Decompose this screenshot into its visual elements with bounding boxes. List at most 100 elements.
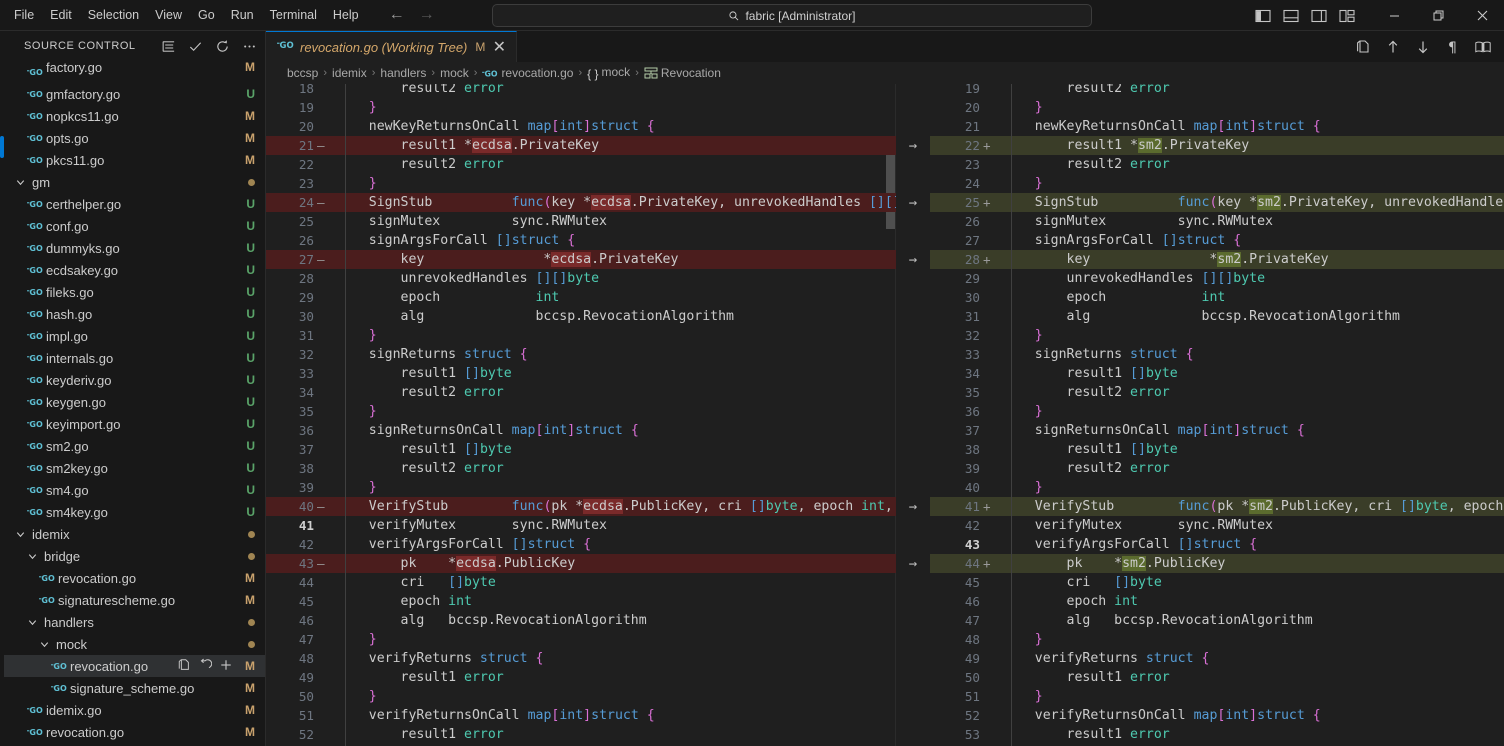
code-line[interactable]: 31 } xyxy=(266,326,896,345)
close-button[interactable] xyxy=(1460,0,1504,31)
change-arrow-icon[interactable]: → xyxy=(903,136,923,155)
code-line[interactable]: 25 signMutex sync.RWMutex xyxy=(266,212,896,231)
sidebar-file-gmfactory-go[interactable]: GO gmfactory.go U xyxy=(4,83,265,105)
next-change-icon[interactable] xyxy=(1414,38,1432,56)
code-line[interactable]: 33 signReturns struct { xyxy=(930,345,1504,364)
code-line[interactable]: 52 verifyReturnsOnCall map[int]struct { xyxy=(930,706,1504,725)
code-line[interactable]: 26 signMutex sync.RWMutex xyxy=(930,212,1504,231)
code-line[interactable]: 44 cri []byte xyxy=(266,573,896,592)
menu-run[interactable]: Run xyxy=(223,5,262,25)
code-line[interactable]: 41 + VerifyStub func(pk *sm2.PublicKey, c… xyxy=(930,497,1504,516)
code-line[interactable]: 51 } xyxy=(930,687,1504,706)
refresh-icon[interactable] xyxy=(214,38,230,54)
menu-edit[interactable]: Edit xyxy=(42,5,80,25)
menu-selection[interactable]: Selection xyxy=(80,5,147,25)
code-line[interactable]: 19 } xyxy=(266,98,896,117)
code-line[interactable]: 45 epoch int xyxy=(266,592,896,611)
chevron-down-icon[interactable] xyxy=(26,551,39,562)
more-actions-icon[interactable] xyxy=(241,38,257,54)
sidebar-file-opts-go[interactable]: GO opts.go M xyxy=(4,127,265,149)
code-line[interactable]: 21– result1 *ecdsa.PrivateKey xyxy=(266,136,896,155)
previous-change-icon[interactable] xyxy=(1384,38,1402,56)
toggle-secondary-sidebar-icon[interactable] xyxy=(1310,7,1328,25)
chevron-down-icon[interactable] xyxy=(38,639,51,650)
breadcrumb-item-revocation[interactable]: Revocation xyxy=(644,66,721,80)
sidebar-file-revocation-go[interactable]: GO revocation.go M xyxy=(4,721,265,743)
diff-modified-pane[interactable]: 19 result2 error 20 } 21 newKeyReturnsOnCa… xyxy=(930,84,1504,746)
code-line[interactable]: 35 result2 error xyxy=(930,383,1504,402)
breadcrumb-item-mock[interactable]: { } mock xyxy=(587,65,630,81)
code-line[interactable]: 29 epoch int xyxy=(266,288,896,307)
code-line[interactable]: 46 epoch int xyxy=(930,592,1504,611)
breadcrumb-item-handlers[interactable]: handlers xyxy=(380,66,426,80)
code-line[interactable]: 23 result2 error xyxy=(930,155,1504,174)
menu-go[interactable]: Go xyxy=(190,5,223,25)
sidebar-file-sm4key-go[interactable]: GO sm4key.go U xyxy=(4,501,265,523)
sidebar-file-idemix-go[interactable]: GO idemix.go M xyxy=(4,699,265,721)
code-line[interactable]: 28 + key *sm2.PrivateKey xyxy=(930,250,1504,269)
chevron-down-icon[interactable] xyxy=(26,617,39,628)
toggle-primary-sidebar-icon[interactable] xyxy=(1254,7,1272,25)
sidebar-file-impl-go[interactable]: GO impl.go U xyxy=(4,325,265,347)
code-line[interactable]: 51 verifyReturnsOnCall map[int]struct { xyxy=(266,706,896,725)
tab-revocation-go-working-tree[interactable]: GO revocation.go (Working Tree) M ✕ xyxy=(266,31,518,62)
sidebar-file-revocation-go[interactable]: GO revocation.go M xyxy=(4,655,265,677)
code-line[interactable]: 40 } xyxy=(930,478,1504,497)
sidebar-folder-idemix[interactable]: idemix xyxy=(4,523,265,545)
breadcrumb-item-idemix[interactable]: idemix xyxy=(332,66,367,80)
sidebar-file-conf-go[interactable]: GO conf.go U xyxy=(4,215,265,237)
source-control-file-list[interactable]: GO factory.go M GO gmfactory.go U GO nopkcs11.g… xyxy=(4,61,265,746)
open-changes-icon[interactable] xyxy=(177,658,191,675)
menu-help[interactable]: Help xyxy=(325,5,367,25)
code-line[interactable]: 53 result1 error xyxy=(930,725,1504,744)
code-line[interactable]: 47 } xyxy=(266,630,896,649)
sidebar-file-keyderiv-go[interactable]: GO keyderiv.go U xyxy=(4,369,265,391)
sidebar-file-sm2key-go[interactable]: GO sm2key.go U xyxy=(4,457,265,479)
sidebar-file-signaturescheme-go[interactable]: GO signaturescheme.go M xyxy=(4,589,265,611)
change-arrow-icon[interactable]: → xyxy=(903,497,923,516)
toggle-whitespace-icon[interactable]: ¶ xyxy=(1444,38,1462,56)
sidebar-folder-gm[interactable]: gm xyxy=(4,171,265,193)
code-line[interactable]: 32 signReturns struct { xyxy=(266,345,896,364)
change-arrow-icon[interactable]: → xyxy=(903,193,923,212)
menu-terminal[interactable]: Terminal xyxy=(262,5,325,25)
go-back-icon[interactable]: ← xyxy=(389,7,405,23)
code-line[interactable]: 20 newKeyReturnsOnCall map[int]struct { xyxy=(266,117,896,136)
sidebar-file-sm4-go[interactable]: GO sm4.go U xyxy=(4,479,265,501)
code-line[interactable]: 49 verifyReturns struct { xyxy=(930,649,1504,668)
code-line[interactable]: 25 + SignStub func(key *sm2.PrivateKey, u… xyxy=(930,193,1504,212)
code-line[interactable]: 40– VerifyStub func(pk *ecdsa.PublicKey,… xyxy=(266,497,896,516)
code-line[interactable]: 30 epoch int xyxy=(930,288,1504,307)
command-center[interactable]: fabric [Administrator] xyxy=(492,4,1092,27)
code-line[interactable]: 37 signReturnsOnCall map[int]struct { xyxy=(930,421,1504,440)
breadcrumb-item-bccsp[interactable]: bccsp xyxy=(287,66,318,80)
breadcrumb-item-revocation-go[interactable]: GO revocation.go xyxy=(482,66,573,80)
stage-changes-icon[interactable] xyxy=(219,658,233,675)
code-line[interactable]: 50 result1 error xyxy=(930,668,1504,687)
code-line[interactable]: 24 } xyxy=(930,174,1504,193)
code-line[interactable]: 30 alg bccsp.RevocationAlgorithm xyxy=(266,307,896,326)
code-line[interactable]: 22 + result1 *sm2.PrivateKey xyxy=(930,136,1504,155)
code-line[interactable]: 46 alg bccsp.RevocationAlgorithm xyxy=(266,611,896,630)
sidebar-file-signature_scheme-go[interactable]: GO signature_scheme.go M xyxy=(4,677,265,699)
toggle-panel-icon[interactable] xyxy=(1282,7,1300,25)
sidebar-file-internals-go[interactable]: GO internals.go U xyxy=(4,347,265,369)
commit-check-icon[interactable] xyxy=(187,38,203,54)
sidebar-file-revocation-go[interactable]: GO revocation.go M xyxy=(4,567,265,589)
code-line[interactable]: 28 unrevokedHandles [][]byte xyxy=(266,269,896,288)
code-line[interactable]: 44 + pk *sm2.PublicKey xyxy=(930,554,1504,573)
minimize-button[interactable] xyxy=(1372,0,1416,31)
code-line[interactable]: 47 alg bccsp.RevocationAlgorithm xyxy=(930,611,1504,630)
code-line[interactable]: 32 } xyxy=(930,326,1504,345)
code-line[interactable]: 23 } xyxy=(266,174,896,193)
code-line[interactable]: 27 signArgsForCall []struct { xyxy=(930,231,1504,250)
sidebar-file-nopkcs11-go[interactable]: GO nopkcs11.go M xyxy=(4,105,265,127)
breadcrumb-item-mock[interactable]: mock xyxy=(440,66,469,80)
go-forward-icon[interactable]: → xyxy=(419,7,435,23)
code-line[interactable]: 36 signReturnsOnCall map[int]struct { xyxy=(266,421,896,440)
code-line[interactable]: 37 result1 []byte xyxy=(266,440,896,459)
view-as-tree-icon[interactable] xyxy=(160,38,176,54)
menu-file[interactable]: File xyxy=(6,5,42,25)
diff-original-pane[interactable]: 18 result2 error 19 } 20 newKeyReturnsOnCa… xyxy=(266,84,896,746)
code-line[interactable]: 20 } xyxy=(930,98,1504,117)
